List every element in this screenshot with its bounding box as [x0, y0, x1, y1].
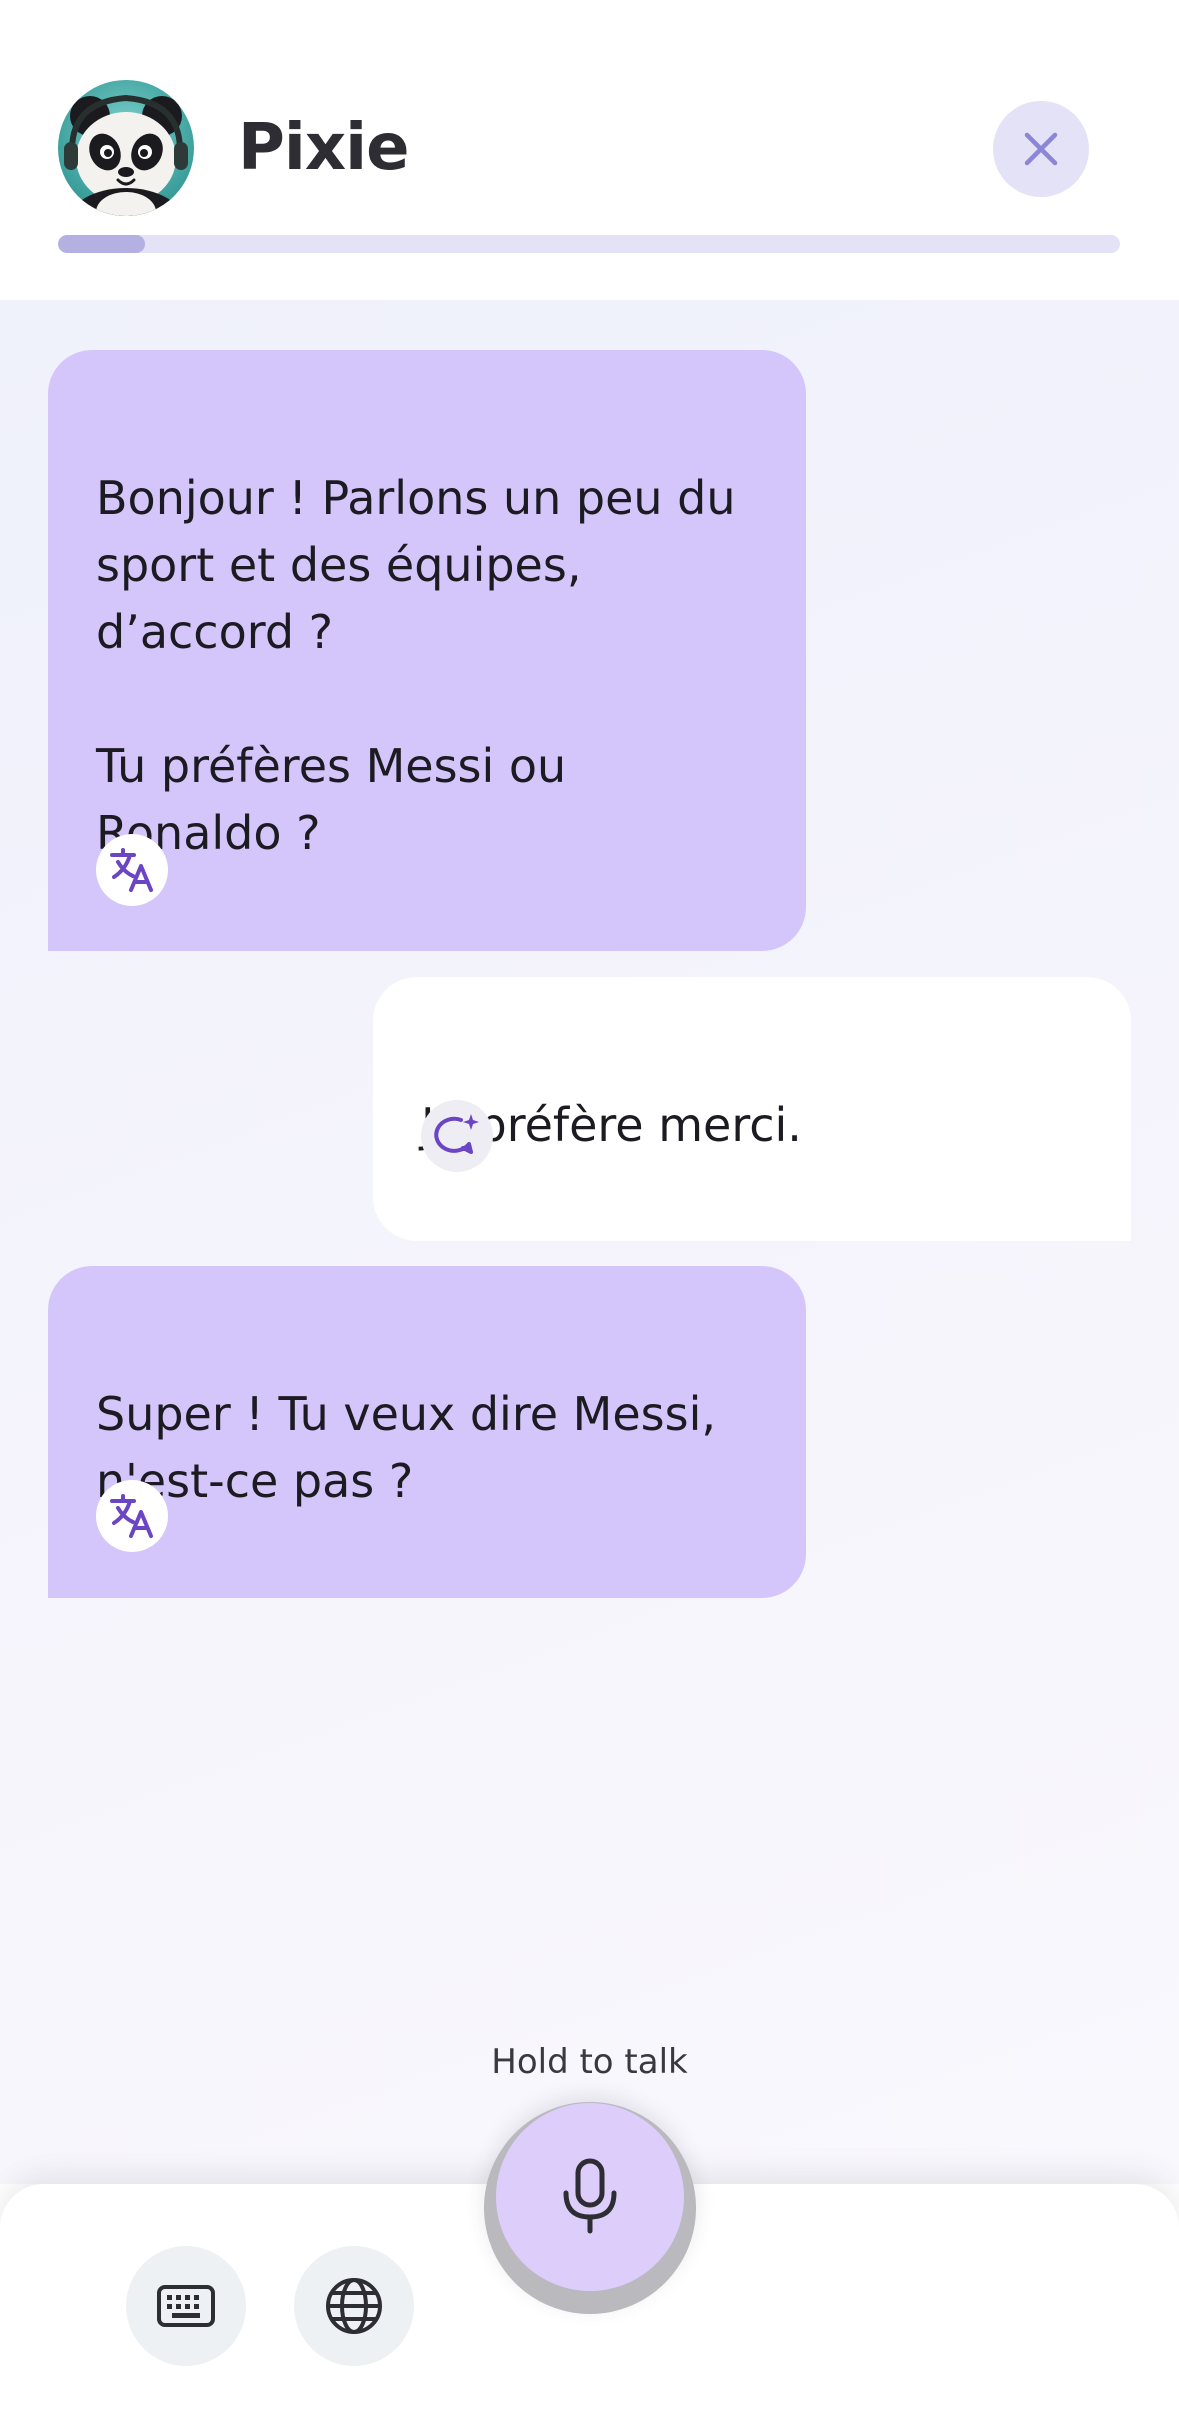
feedback-sparkle-icon: [434, 1114, 479, 1154]
lesson-progress-bar: [58, 235, 1120, 253]
globe-icon: [326, 2278, 382, 2334]
chat-header: Pixie: [0, 0, 1179, 300]
user-message: Je préfère merci.: [373, 977, 1131, 1241]
message-text: Super ! Tu veux dire Messi, n'est-ce pas…: [96, 1387, 716, 1508]
panda-avatar-icon: [58, 80, 194, 216]
hold-to-talk-label: Hold to talk: [491, 2042, 688, 2082]
bot-name: Pixie: [238, 111, 409, 185]
keyboard-icon: [157, 2285, 215, 2327]
keyboard-button[interactable]: [126, 2246, 246, 2366]
translate-button[interactable]: [96, 834, 168, 906]
close-icon: [1024, 132, 1058, 166]
microphone-icon: [563, 2158, 617, 2234]
translate-icon: [110, 848, 153, 892]
close-button[interactable]: [993, 101, 1089, 197]
feedback-button[interactable]: [421, 1100, 493, 1172]
bot-message: Bonjour ! Parlons un peu du sport et des…: [48, 350, 806, 951]
language-button[interactable]: [294, 2246, 414, 2366]
lesson-progress-fill: [58, 235, 146, 253]
translate-button[interactable]: [96, 1480, 168, 1552]
hold-to-talk-button[interactable]: [496, 2103, 684, 2291]
message-text: Je préfère merci.: [421, 1098, 802, 1152]
bot-message: Super ! Tu veux dire Messi, n'est-ce pas…: [48, 1266, 806, 1598]
message-text: Bonjour ! Parlons un peu du sport et des…: [96, 471, 736, 860]
translate-icon: [110, 1494, 153, 1538]
